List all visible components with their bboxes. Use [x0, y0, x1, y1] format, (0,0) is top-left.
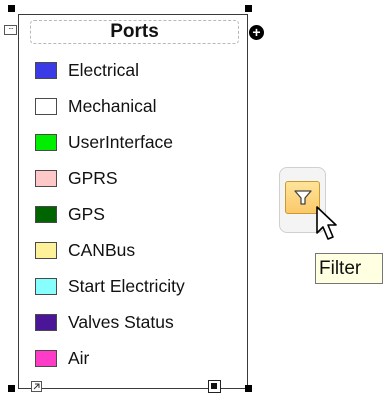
legend-item[interactable]: Mechanical: [35, 95, 157, 117]
legend-item-label: Electrical: [68, 59, 139, 80]
legend-color-swatch: [35, 349, 57, 367]
legend-item[interactable]: Electrical: [35, 59, 139, 81]
legend-item[interactable]: GPRS: [35, 167, 118, 189]
legend-item-label: UserInterface: [68, 131, 174, 152]
legend-item-label: Start Electricity: [68, 275, 185, 296]
legend-item[interactable]: UserInterface: [35, 131, 173, 153]
add-circle-icon[interactable]: +: [249, 25, 264, 40]
resize-handle-top-right[interactable]: [245, 5, 252, 12]
legend-color-swatch: [35, 133, 57, 151]
legend-color-swatch: [35, 61, 57, 79]
mouse-pointer-icon: [316, 206, 337, 240]
diagram-canvas: ··· + Ports Electrical Mechanical UserInte…: [0, 0, 383, 398]
legend-color-swatch: [35, 169, 57, 187]
legend-item[interactable]: Valves Status: [35, 311, 174, 333]
legend-color-swatch: [35, 241, 57, 259]
resize-handle-bottom-right[interactable]: [245, 385, 252, 392]
legend-item[interactable]: Start Electricity: [35, 275, 185, 297]
legend-color-swatch: [35, 205, 57, 223]
legend-item-label: GPRS: [68, 167, 118, 188]
legend-color-swatch: [35, 313, 57, 331]
legend-item-label: Air: [68, 347, 90, 368]
legend-item-label: CANBus: [68, 239, 136, 260]
legend-item-label: Mechanical: [68, 95, 157, 116]
filter-tooltip: Filter: [315, 253, 383, 284]
filter-funnel-icon: [293, 189, 312, 205]
resize-handle-bottom-left[interactable]: [8, 385, 15, 392]
legend-color-swatch: [35, 277, 57, 295]
legend-title[interactable]: Ports: [30, 20, 239, 44]
legend-item-label: GPS: [68, 203, 105, 224]
expand-corner-icon[interactable]: [31, 381, 42, 392]
legend-item[interactable]: CANBus: [35, 239, 135, 261]
collapse-icon[interactable]: ···: [4, 25, 17, 35]
legend-item-label: Valves Status: [68, 311, 174, 332]
resize-handle-top-left[interactable]: [8, 5, 15, 12]
legend-item[interactable]: GPS: [35, 203, 105, 225]
legend-color-swatch: [35, 97, 57, 115]
frame-toggle-icon[interactable]: [208, 380, 221, 393]
legend-item[interactable]: Air: [35, 347, 89, 369]
